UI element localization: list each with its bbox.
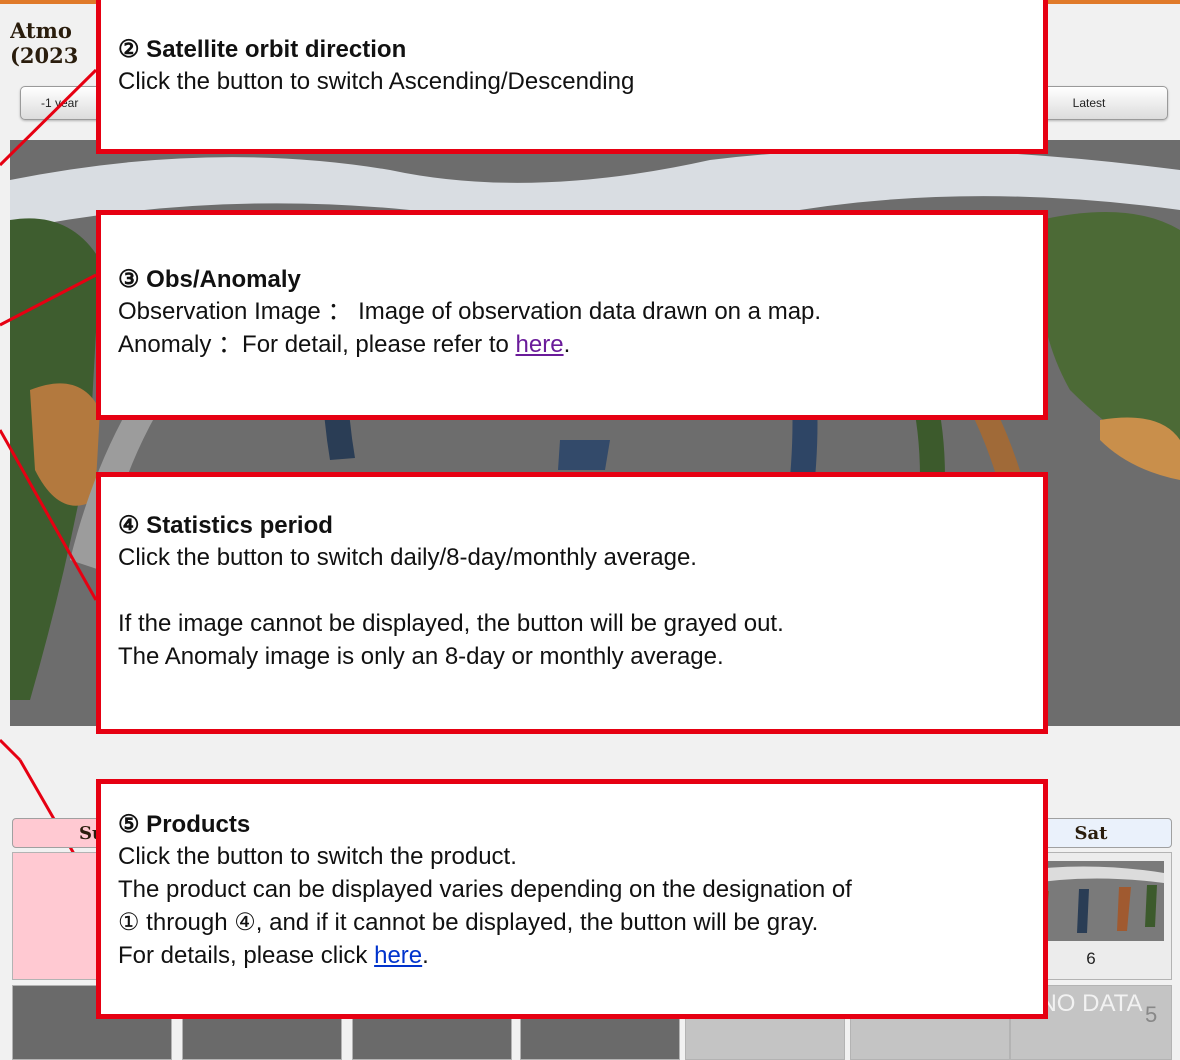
callout-text: Click the button to switch daily/8-day/m… bbox=[118, 544, 697, 571]
callout-text: The Anomaly image is only an 8-day or mo… bbox=[118, 643, 724, 670]
callout-text-with-link: For details, please click here. bbox=[118, 939, 1043, 972]
callout-text: Click the button to switch the product. bbox=[118, 843, 517, 870]
callout-text: For details, please click bbox=[118, 942, 375, 969]
callout-orbit-direction: ② Satellite orbit direction Click the bu… bbox=[96, 0, 1048, 154]
callout-heading: ⑤ Products bbox=[118, 811, 251, 838]
page-title-line2: (2023 bbox=[10, 43, 79, 68]
page-title: Atmo (2023 bbox=[10, 18, 100, 78]
slide-number: 5 bbox=[1145, 1002, 1158, 1027]
callout-heading: ③ Obs/Anomaly bbox=[118, 266, 301, 293]
callout-text: . bbox=[422, 942, 429, 969]
anomaly-detail-link[interactable]: here bbox=[516, 331, 564, 358]
callout-text: . bbox=[563, 331, 571, 358]
callout-heading: ② Satellite orbit direction bbox=[118, 36, 407, 63]
callout-text-with-link: Anomaly ：For detail, please refer to her… bbox=[118, 328, 1043, 361]
callout-text: ① through ④, and if it cannot be display… bbox=[118, 909, 819, 936]
callout-obs-anomaly: ③ Obs/Anomaly Observation Image ： Image … bbox=[96, 210, 1048, 420]
page-title-line1: Atmo bbox=[10, 18, 72, 43]
callout-text: If the image cannot be displayed, the bu… bbox=[118, 610, 784, 637]
callout-text: Click the button to switch Ascending/Des… bbox=[118, 68, 635, 95]
callout-text: Anomaly ：For detail, please refer to bbox=[118, 331, 516, 358]
callout-text: The product can be displayed varies depe… bbox=[118, 876, 852, 903]
products-detail-link[interactable]: here bbox=[374, 942, 422, 969]
callout-products: ⑤ Products Click the button to switch th… bbox=[96, 779, 1048, 1019]
callout-text: Observation Image ： Image of observation… bbox=[118, 298, 822, 325]
callout-statistics-period: ④ Statistics period Click the button to … bbox=[96, 472, 1048, 734]
callout-heading: ④ Statistics period bbox=[118, 512, 333, 539]
